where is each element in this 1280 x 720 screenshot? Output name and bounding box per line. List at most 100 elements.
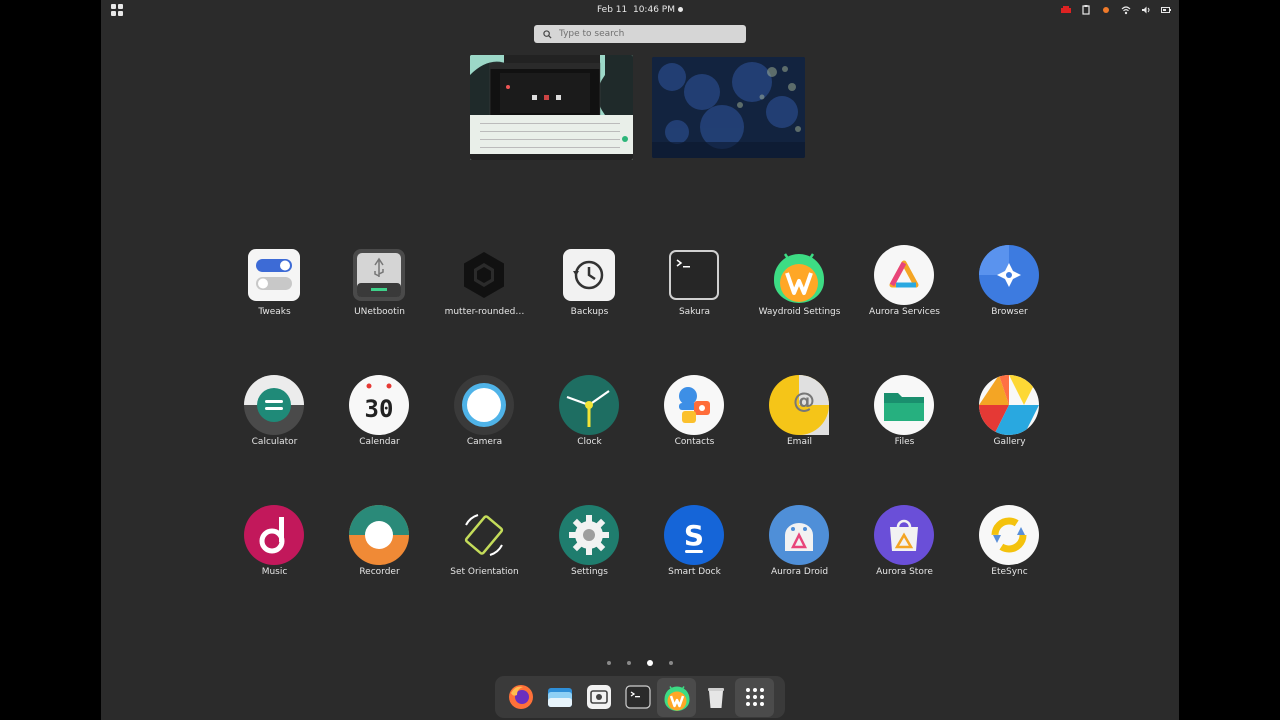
app-etesync[interactable]: EteSync: [957, 500, 1062, 600]
recording-dot-icon: [1103, 7, 1109, 13]
calendar-icon: 30: [349, 375, 409, 435]
app-settings[interactable]: Settings: [537, 500, 642, 600]
app-tweaks[interactable]: Tweaks: [222, 240, 327, 340]
app-label: Files: [894, 437, 915, 447]
app-set-orientation[interactable]: Set Orientation: [432, 500, 537, 600]
music-icon: [244, 505, 304, 565]
app-label: Backups: [570, 307, 609, 317]
search-input[interactable]: [559, 29, 729, 39]
app-label: Waydroid Settings: [758, 307, 841, 317]
app-sakura[interactable]: Sakura: [642, 240, 747, 340]
app-aurora-store[interactable]: Aurora Store: [852, 500, 957, 600]
page-dot-3[interactable]: [647, 660, 653, 666]
time-label: 10:46 PM: [632, 5, 675, 15]
app-label: Smart Dock: [668, 567, 721, 577]
gallery-icon: [979, 375, 1039, 435]
app-camera[interactable]: Camera: [432, 370, 537, 470]
dock-firefox[interactable]: [501, 678, 540, 717]
svg-text:S: S: [684, 519, 704, 552]
tweaks-icon: [248, 249, 300, 301]
clock-icon: [559, 375, 619, 435]
files-icon: [874, 375, 934, 435]
app-label: Calculator: [251, 437, 298, 447]
app-recorder[interactable]: Recorder: [327, 500, 432, 600]
app-grid-icon: [745, 688, 764, 706]
workspace-2-wallpaper: [652, 57, 805, 158]
dock-waydroid[interactable]: [657, 677, 696, 717]
dock: [495, 676, 785, 718]
app-unetbootin[interactable]: UNetbootin: [327, 240, 432, 340]
app-label: Browser: [991, 307, 1028, 317]
dock-trash[interactable]: [696, 678, 735, 717]
trash-icon: [707, 688, 724, 708]
date-label: Feb 11: [597, 5, 628, 15]
app-label: Settings: [571, 567, 608, 577]
clock-button[interactable]: Feb 11 10:46 PM: [101, 5, 1179, 15]
camera-icon: [454, 375, 514, 435]
app-label: Sakura: [678, 307, 711, 317]
app-email[interactable]: @ Email: [747, 370, 852, 470]
mutter-rounded-icon: [464, 252, 504, 298]
app-label: EteSync: [991, 567, 1028, 577]
app-label: Camera: [466, 437, 503, 447]
browser-icon: [979, 245, 1039, 305]
workspace-thumbnail-1[interactable]: [470, 55, 633, 160]
app-label: Clock: [577, 437, 602, 447]
settings-icon: [559, 505, 619, 565]
app-label: Aurora Services: [869, 307, 940, 317]
page-indicator: [101, 660, 1179, 666]
app-files[interactable]: Files: [852, 370, 957, 470]
aurora-services-icon: [874, 245, 934, 305]
app-calendar[interactable]: 30 Calendar: [327, 370, 432, 470]
clipboard-icon[interactable]: [1081, 5, 1091, 15]
aurora-store-icon: [874, 505, 934, 565]
files-folder-icon: [547, 688, 572, 707]
app-label: Gallery: [993, 437, 1026, 447]
app-aurora-droid[interactable]: Aurora Droid: [747, 500, 852, 600]
page-dot-4[interactable]: [669, 661, 673, 665]
desktop-overview: Feb 11 10:46 PM Type to search Tweaks UN…: [101, 0, 1179, 720]
orientation-icon: [464, 514, 504, 556]
red-status-icon[interactable]: [1061, 5, 1071, 15]
app-contacts[interactable]: Contacts: [642, 370, 747, 470]
smart-dock-icon: S: [664, 505, 724, 565]
app-label: Recorder: [359, 567, 400, 577]
app-music[interactable]: Music: [222, 500, 327, 600]
system-tray[interactable]: [1061, 5, 1171, 15]
app-mutter-rounded[interactable]: mutter-rounded…: [432, 240, 537, 340]
dock-show-apps[interactable]: [735, 677, 774, 717]
svg-text:@: @: [793, 389, 815, 414]
page-dot-1[interactable]: [607, 661, 611, 665]
app-label: Calendar: [359, 437, 400, 447]
app-calculator[interactable]: Calculator: [222, 370, 327, 470]
page-dot-2[interactable]: [627, 661, 631, 665]
app-label: Set Orientation: [450, 567, 519, 577]
app-clock[interactable]: Clock: [537, 370, 642, 470]
app-label: Tweaks: [258, 307, 291, 317]
dock-screenshot[interactable]: [579, 678, 618, 717]
volume-icon[interactable]: [1141, 5, 1151, 15]
search-icon: [543, 29, 552, 39]
screenshot-icon: [586, 685, 611, 709]
email-icon: @: [769, 375, 829, 435]
app-aurora-services[interactable]: Aurora Services: [852, 240, 957, 340]
app-label: UNetbootin: [354, 307, 405, 317]
app-backups[interactable]: Backups: [537, 240, 642, 340]
backups-icon: [563, 249, 615, 301]
workspace-thumbnail-2[interactable]: [652, 57, 805, 158]
app-browser[interactable]: Browser: [957, 240, 1062, 340]
app-label: Music: [261, 567, 288, 577]
app-label: Contacts: [674, 437, 715, 447]
app-waydroid-settings[interactable]: Waydroid Settings: [747, 240, 852, 340]
app-gallery[interactable]: Gallery: [957, 370, 1062, 470]
search-bar[interactable]: [534, 25, 746, 43]
wifi-icon[interactable]: [1121, 5, 1131, 15]
app-smart-dock[interactable]: S Smart Dock: [642, 500, 747, 600]
battery-icon[interactable]: [1161, 5, 1171, 15]
recorder-icon: [349, 505, 409, 565]
dock-terminal[interactable]: [618, 678, 657, 717]
app-label: Aurora Store: [876, 567, 933, 577]
dock-files[interactable]: [540, 678, 579, 717]
notification-dot-icon: [677, 7, 683, 12]
app-label: Email: [787, 437, 812, 447]
